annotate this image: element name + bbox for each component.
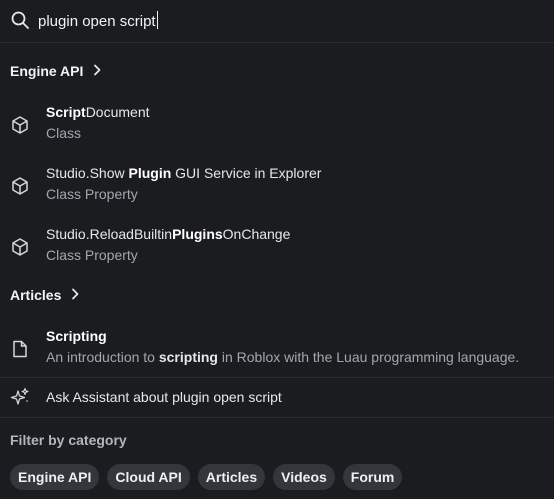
sparkle-icon [10, 387, 30, 407]
result-title: ScriptDocument [46, 104, 150, 120]
section-label: Articles [10, 287, 62, 303]
text-segment: OnChange [222, 226, 291, 242]
text-segment: Studio.Show [46, 165, 129, 181]
ask-assistant-button[interactable]: Ask Assistant about plugin open script [0, 382, 554, 416]
text-segment: Document [85, 104, 150, 120]
filter-chip-videos[interactable]: Videos [273, 464, 335, 490]
highlight-text: Script [46, 104, 86, 120]
highlight-text: scripting [158, 349, 218, 365]
engine-api-result[interactable]: ScriptDocument Class [0, 104, 554, 168]
filter-chip-forum[interactable]: Forum [342, 464, 403, 490]
highlight-text: Plugin [128, 165, 172, 181]
text-segment: GUI Service in Explorer [171, 165, 322, 181]
section-header-articles[interactable]: Articles [10, 287, 80, 303]
filter-chip-cloud-api[interactable]: Cloud API [107, 464, 190, 490]
section-label: Engine API [10, 63, 84, 79]
filter-chip-articles[interactable]: Articles [197, 464, 266, 490]
result-type: Class [46, 125, 82, 141]
text-segment: in Roblox with the Luau programming lang… [217, 349, 520, 365]
highlight-text: Plugins [172, 226, 223, 242]
search-icon [10, 10, 30, 30]
filter-chip-engine-api[interactable]: Engine API [10, 464, 100, 490]
engine-api-result[interactable]: Studio.Show Plugin GUI Service in Explor… [0, 165, 554, 229]
section-header-engine-api[interactable]: Engine API [10, 63, 102, 79]
filter-title: Filter by category [10, 432, 127, 448]
engine-api-result[interactable]: Studio.ReloadBuiltinPluginsOnChange Class… [0, 226, 554, 290]
cube-icon [10, 237, 30, 257]
cube-icon [10, 115, 30, 135]
text-segment: An introduction to [46, 349, 159, 365]
cube-icon [10, 176, 30, 196]
text-caret [156, 11, 158, 29]
result-title: Studio.Show Plugin GUI Service in Explor… [46, 165, 321, 181]
result-type: Class Property [46, 186, 138, 202]
result-type: Class Property [46, 247, 138, 263]
result-title: Studio.ReloadBuiltinPluginsOnChange [46, 226, 290, 242]
search-input[interactable]: plugin open script [38, 11, 158, 30]
divider [0, 417, 554, 418]
result-description: An introduction to scripting in Roblox w… [46, 349, 519, 365]
search-bar[interactable]: plugin open script [0, 0, 554, 43]
search-panel: plugin open script Engine API ScriptDocu… [0, 0, 554, 499]
text-segment: Studio.ReloadBuiltin [46, 226, 173, 242]
ask-assistant-label: Ask Assistant about plugin open script [46, 389, 282, 405]
result-title: Scripting [46, 328, 107, 344]
document-icon [10, 339, 30, 359]
chevron-right-icon [70, 287, 80, 303]
chevron-right-icon [92, 63, 102, 79]
divider [0, 377, 554, 378]
filter-chips: Engine API Cloud API Articles Videos Forum [10, 464, 403, 490]
